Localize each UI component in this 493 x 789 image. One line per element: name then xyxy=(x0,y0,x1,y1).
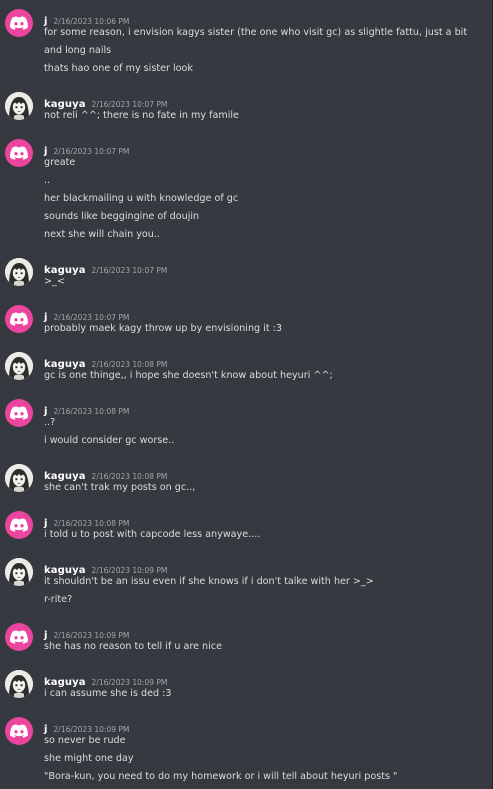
author-name[interactable]: j xyxy=(44,630,48,641)
message-content: >_< xyxy=(44,276,484,294)
author-name[interactable]: j xyxy=(44,406,48,417)
kaguya-avatar-icon[interactable] xyxy=(5,352,33,380)
message-text-line: greate xyxy=(44,157,76,168)
message-header: j 2/16/2023 10:09 PM xyxy=(44,623,130,641)
message-header: j 2/16/2023 10:06 PM xyxy=(44,9,130,27)
kaguya-avatar-icon[interactable] xyxy=(5,258,33,286)
discord-logo-icon[interactable] xyxy=(5,623,33,651)
message-content: she can't trak my posts on gc.., xyxy=(44,482,484,500)
message-content: it shouldn't be an issu even if she know… xyxy=(44,576,484,612)
message-content: for some reason, i envision kagys sister… xyxy=(44,27,484,81)
message-text-line: her blackmailing u with knowledge of gc xyxy=(44,193,239,204)
message-text-line: next she will chain you.. xyxy=(44,229,160,240)
message-text-line: she can't trak my posts on gc.., xyxy=(44,482,196,493)
message-text-line: i can assume she is ded :3 xyxy=(44,688,172,699)
message-text-line: it shouldn't be an issu even if she know… xyxy=(44,576,374,587)
message-text-line: >_< xyxy=(44,276,65,287)
message-timestamp[interactable]: 2/16/2023 10:07 PM xyxy=(92,266,168,275)
discord-logo-icon[interactable] xyxy=(5,717,33,745)
message-header: kaguya 2/16/2023 10:09 PM xyxy=(44,558,168,576)
message-timestamp[interactable]: 2/16/2023 10:08 PM xyxy=(54,519,130,528)
message-text-line: .. xyxy=(44,175,51,186)
message-timestamp[interactable]: 2/16/2023 10:09 PM xyxy=(54,725,130,734)
message-timestamp[interactable]: 2/16/2023 10:09 PM xyxy=(92,678,168,687)
message-timestamp[interactable]: 2/16/2023 10:08 PM xyxy=(92,360,168,369)
message-list[interactable]: j 2/16/2023 10:06 PM for some reason, i en… xyxy=(0,0,493,789)
message-timestamp[interactable]: 2/16/2023 10:09 PM xyxy=(92,566,168,575)
message-content: greate.. her blackmailing u with knowledg… xyxy=(44,157,484,247)
message-content: ..? i would consider gc worse.. xyxy=(44,417,484,453)
discord-logo-icon[interactable] xyxy=(5,139,33,167)
message-header: kaguya 2/16/2023 10:07 PM xyxy=(44,92,168,110)
message-header: j 2/16/2023 10:08 PM xyxy=(44,511,130,529)
message-content: i told u to post with capcode less anywa… xyxy=(44,529,484,547)
message-content: she has no reason to tell if u are nice xyxy=(44,641,484,659)
message-timestamp[interactable]: 2/16/2023 10:06 PM xyxy=(54,17,130,26)
message-timestamp[interactable]: 2/16/2023 10:07 PM xyxy=(54,313,130,322)
message-timestamp[interactable]: 2/16/2023 10:07 PM xyxy=(92,100,168,109)
message-header: j 2/16/2023 10:07 PM xyxy=(44,305,130,323)
message-text-line: i told u to post with capcode less anywa… xyxy=(44,529,261,540)
author-name[interactable]: kaguya xyxy=(44,471,86,482)
author-name[interactable]: j xyxy=(44,146,48,157)
author-name[interactable]: kaguya xyxy=(44,359,86,370)
message-text-line: thats hao one of my sister look xyxy=(44,63,193,74)
author-name[interactable]: j xyxy=(44,16,48,27)
message-header: kaguya 2/16/2023 10:08 PM xyxy=(44,352,168,370)
message-header: j 2/16/2023 10:08 PM xyxy=(44,399,130,417)
message-text-line: gc is one thinge,, i hope she doesn't kn… xyxy=(44,370,333,381)
author-name[interactable]: kaguya xyxy=(44,265,86,276)
author-name[interactable]: j xyxy=(44,312,48,323)
message-content: not reli ^^; there is no fate in my fami… xyxy=(44,110,484,128)
message-content: probably maek kagy throw up by envisioni… xyxy=(44,323,484,341)
message-text-line: not reli ^^; there is no fate in my fami… xyxy=(44,110,239,121)
message-text-line: so never be rude xyxy=(44,735,126,746)
discord-logo-icon[interactable] xyxy=(5,9,33,37)
message-content: so never be rude she might one day "Bora-k… xyxy=(44,735,484,789)
message-timestamp[interactable]: 2/16/2023 10:09 PM xyxy=(54,631,130,640)
message-text-line: "Bora-kun, you need to do my homework or… xyxy=(44,771,398,782)
message-header: kaguya 2/16/2023 10:08 PM xyxy=(44,464,168,482)
kaguya-avatar-icon[interactable] xyxy=(5,92,33,120)
message-header: j 2/16/2023 10:07 PM xyxy=(44,139,130,157)
author-name[interactable]: kaguya xyxy=(44,677,86,688)
message-text-line: r-rite? xyxy=(44,594,73,605)
message-header: kaguya 2/16/2023 10:09 PM xyxy=(44,670,168,688)
author-name[interactable]: kaguya xyxy=(44,565,86,576)
author-name[interactable]: j xyxy=(44,724,48,735)
author-name[interactable]: kaguya xyxy=(44,99,86,110)
message-text-line: for some reason, i envision kagys sister… xyxy=(44,27,468,38)
message-header: j 2/16/2023 10:09 PM xyxy=(44,717,130,735)
message-timestamp[interactable]: 2/16/2023 10:07 PM xyxy=(54,147,130,156)
kaguya-avatar-icon[interactable] xyxy=(5,558,33,586)
message-header: kaguya 2/16/2023 10:07 PM xyxy=(44,258,168,276)
kaguya-avatar-icon[interactable] xyxy=(5,670,33,698)
author-name[interactable]: j xyxy=(44,518,48,529)
discord-logo-icon[interactable] xyxy=(5,511,33,539)
discord-logo-icon[interactable] xyxy=(5,399,33,427)
message-text-line: i would consider gc worse.. xyxy=(44,435,175,446)
message-text-line: she might one day xyxy=(44,753,134,764)
message-timestamp[interactable]: 2/16/2023 10:08 PM xyxy=(54,407,130,416)
message-text-line: ..? xyxy=(44,417,56,428)
message-text-line: sounds like beggingine of doujin xyxy=(44,211,200,222)
discord-logo-icon[interactable] xyxy=(5,305,33,333)
kaguya-avatar-icon[interactable] xyxy=(5,464,33,492)
message-text-line: probably maek kagy throw up by envisioni… xyxy=(44,323,282,334)
message-content: gc is one thinge,, i hope she doesn't kn… xyxy=(44,370,484,388)
message-content: i can assume she is ded :3 xyxy=(44,688,484,706)
message-text-line: and long nails xyxy=(44,45,112,56)
message-timestamp[interactable]: 2/16/2023 10:08 PM xyxy=(92,472,168,481)
message-text-line: she has no reason to tell if u are nice xyxy=(44,641,222,652)
